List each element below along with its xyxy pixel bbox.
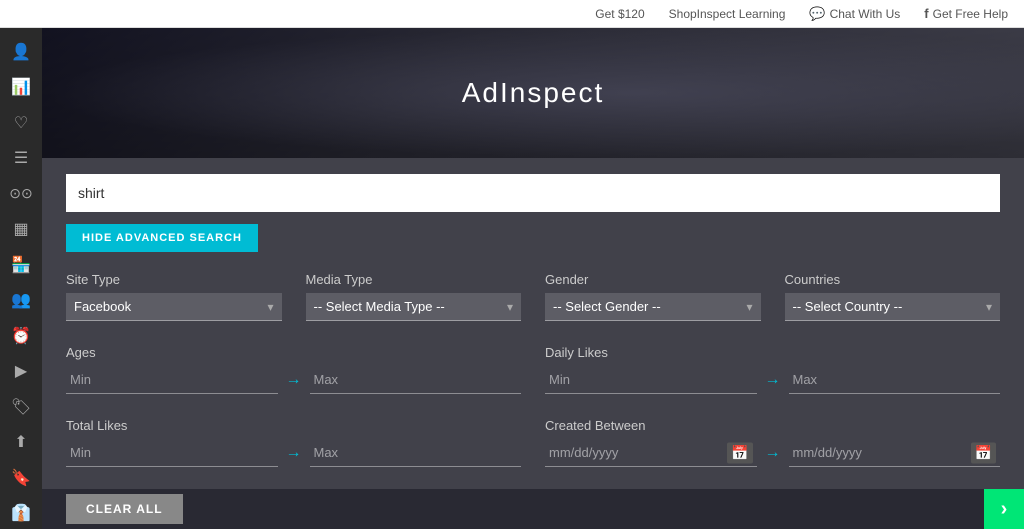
sidebar-icon-barchart[interactable]: ▦ — [3, 214, 39, 246]
calendar-start-icon[interactable]: 📅 — [727, 443, 752, 464]
free-help-text: Get Free Help — [933, 7, 1008, 21]
search-input[interactable] — [66, 174, 1000, 212]
bottom-bar: CLEAR ALL › — [42, 489, 1024, 529]
countries-select[interactable]: -- Select Country -- United States Unite… — [785, 293, 1001, 321]
hero-banner: AdInspect — [42, 28, 1024, 158]
created-between-end-input[interactable] — [789, 439, 1001, 467]
daily-likes-arrow-icon: → — [765, 371, 781, 389]
ages-arrow-icon: → — [286, 371, 302, 389]
gender-label: Gender — [545, 272, 761, 287]
sidebar-icon-shop[interactable]: 🏪 — [3, 249, 39, 281]
ages-min-input[interactable] — [66, 366, 278, 394]
site-type-select-wrapper: Facebook Instagram Pinterest — [66, 293, 282, 321]
countries-group: Countries -- Select Country -- United St… — [785, 272, 1001, 321]
created-between-label: Created Between — [545, 418, 1000, 433]
site-type-select[interactable]: Facebook Instagram Pinterest — [66, 293, 282, 321]
ages-max-input[interactable] — [310, 366, 522, 394]
sidebar-icon-label[interactable]: 🔖 — [3, 462, 39, 494]
get-120-text: Get $120 — [595, 7, 644, 21]
countries-select-wrapper: -- Select Country -- United States Unite… — [785, 293, 1001, 321]
chat-link[interactable]: 💬 Chat With Us — [809, 6, 900, 22]
content-area: HIDE ADVANCED SEARCH Site Type Facebook … — [42, 158, 1024, 529]
site-type-label: Site Type — [66, 272, 282, 287]
learning-link[interactable]: ShopInspect Learning — [669, 7, 786, 21]
main-layout: 👤 📊 ♡ ☰ ⊙⊙ ▦ 🏪 👥 ⏰ ▶ 🏷 ⬆ 🔖 👔 AdInspect H… — [0, 28, 1024, 529]
daily-likes-group: Daily Likes → — [545, 345, 1000, 394]
created-between-range: 📅 → 📅 — [545, 439, 1000, 467]
chat-text: Chat With Us — [830, 7, 901, 21]
calendar-end-icon[interactable]: 📅 — [971, 443, 996, 464]
media-type-select[interactable]: -- Select Media Type -- Image Video Caro… — [306, 293, 522, 321]
sidebar-icon-chart[interactable]: 📊 — [3, 72, 39, 104]
sidebar-icon-tag[interactable]: 🏷 — [3, 391, 39, 423]
created-between-end-wrapper: 📅 — [789, 439, 1001, 467]
created-between-start-wrapper: 📅 — [545, 439, 757, 467]
created-between-start-input[interactable] — [545, 439, 757, 467]
site-type-group: Site Type Facebook Instagram Pinterest — [66, 272, 282, 321]
sidebar-icon-list[interactable]: ☰ — [3, 143, 39, 175]
total-likes-label: Total Likes — [66, 418, 521, 433]
sidebar-icon-admin[interactable]: 👔 — [3, 498, 39, 529]
chat-bubble-icon: 💬 — [809, 6, 825, 22]
ages-group: Ages → — [66, 345, 521, 394]
sidebar: 👤 📊 ♡ ☰ ⊙⊙ ▦ 🏪 👥 ⏰ ▶ 🏷 ⬆ 🔖 👔 — [0, 28, 42, 529]
total-likes-arrow-icon: → — [286, 444, 302, 462]
countries-label: Countries — [785, 272, 1001, 287]
daily-likes-label: Daily Likes — [545, 345, 1000, 360]
gender-group: Gender -- Select Gender -- Male Female A… — [545, 272, 761, 321]
created-between-arrow-icon: → — [765, 444, 781, 462]
daily-likes-max-input[interactable] — [789, 366, 1001, 394]
total-likes-min-input[interactable] — [66, 439, 278, 467]
free-help-link[interactable]: f Get Free Help — [924, 6, 1008, 21]
clear-all-button[interactable]: CLEAR ALL — [66, 494, 183, 524]
total-likes-max-input[interactable] — [310, 439, 522, 467]
learning-text: ShopInspect Learning — [669, 7, 786, 21]
ages-label: Ages — [66, 345, 521, 360]
total-likes-range: → — [66, 439, 521, 467]
search-go-button[interactable]: › — [984, 489, 1024, 529]
sidebar-icon-upload[interactable]: ⬆ — [3, 427, 39, 459]
sidebar-icon-heart[interactable]: ♡ — [3, 107, 39, 139]
daily-likes-min-input[interactable] — [545, 366, 757, 394]
filter-row-3: Total Likes → Created Between 📅 — [66, 418, 1000, 467]
page-title: AdInspect — [462, 77, 605, 109]
search-go-icon: › — [1001, 498, 1008, 521]
gender-select-wrapper: -- Select Gender -- Male Female All — [545, 293, 761, 321]
created-between-group: Created Between 📅 → 📅 — [545, 418, 1000, 467]
sidebar-icon-clock[interactable]: ⏰ — [3, 320, 39, 352]
advanced-search-panel: Site Type Facebook Instagram Pinterest M… — [66, 272, 1000, 467]
sidebar-icon-people[interactable]: 👥 — [3, 285, 39, 317]
total-likes-group: Total Likes → — [66, 418, 521, 467]
hide-advanced-button[interactable]: HIDE ADVANCED SEARCH — [66, 224, 258, 252]
sidebar-icon-user[interactable]: 👤 — [3, 36, 39, 68]
main-content: AdInspect HIDE ADVANCED SEARCH Site Type… — [42, 28, 1024, 529]
daily-likes-range: → — [545, 366, 1000, 394]
ages-range: → — [66, 366, 521, 394]
facebook-icon: f — [924, 6, 928, 21]
gender-select[interactable]: -- Select Gender -- Male Female All — [545, 293, 761, 321]
top-bar: Get $120 ShopInspect Learning 💬 Chat Wit… — [0, 0, 1024, 28]
filter-row-1: Site Type Facebook Instagram Pinterest M… — [66, 272, 1000, 321]
media-type-label: Media Type — [306, 272, 522, 287]
media-type-select-wrapper: -- Select Media Type -- Image Video Caro… — [306, 293, 522, 321]
media-type-group: Media Type -- Select Media Type -- Image… — [306, 272, 522, 321]
filter-row-2: Ages → Daily Likes → — [66, 345, 1000, 394]
get-120-link[interactable]: Get $120 — [595, 7, 644, 21]
sidebar-icon-video[interactable]: ▶ — [3, 356, 39, 388]
sidebar-icon-binoculars[interactable]: ⊙⊙ — [3, 178, 39, 210]
